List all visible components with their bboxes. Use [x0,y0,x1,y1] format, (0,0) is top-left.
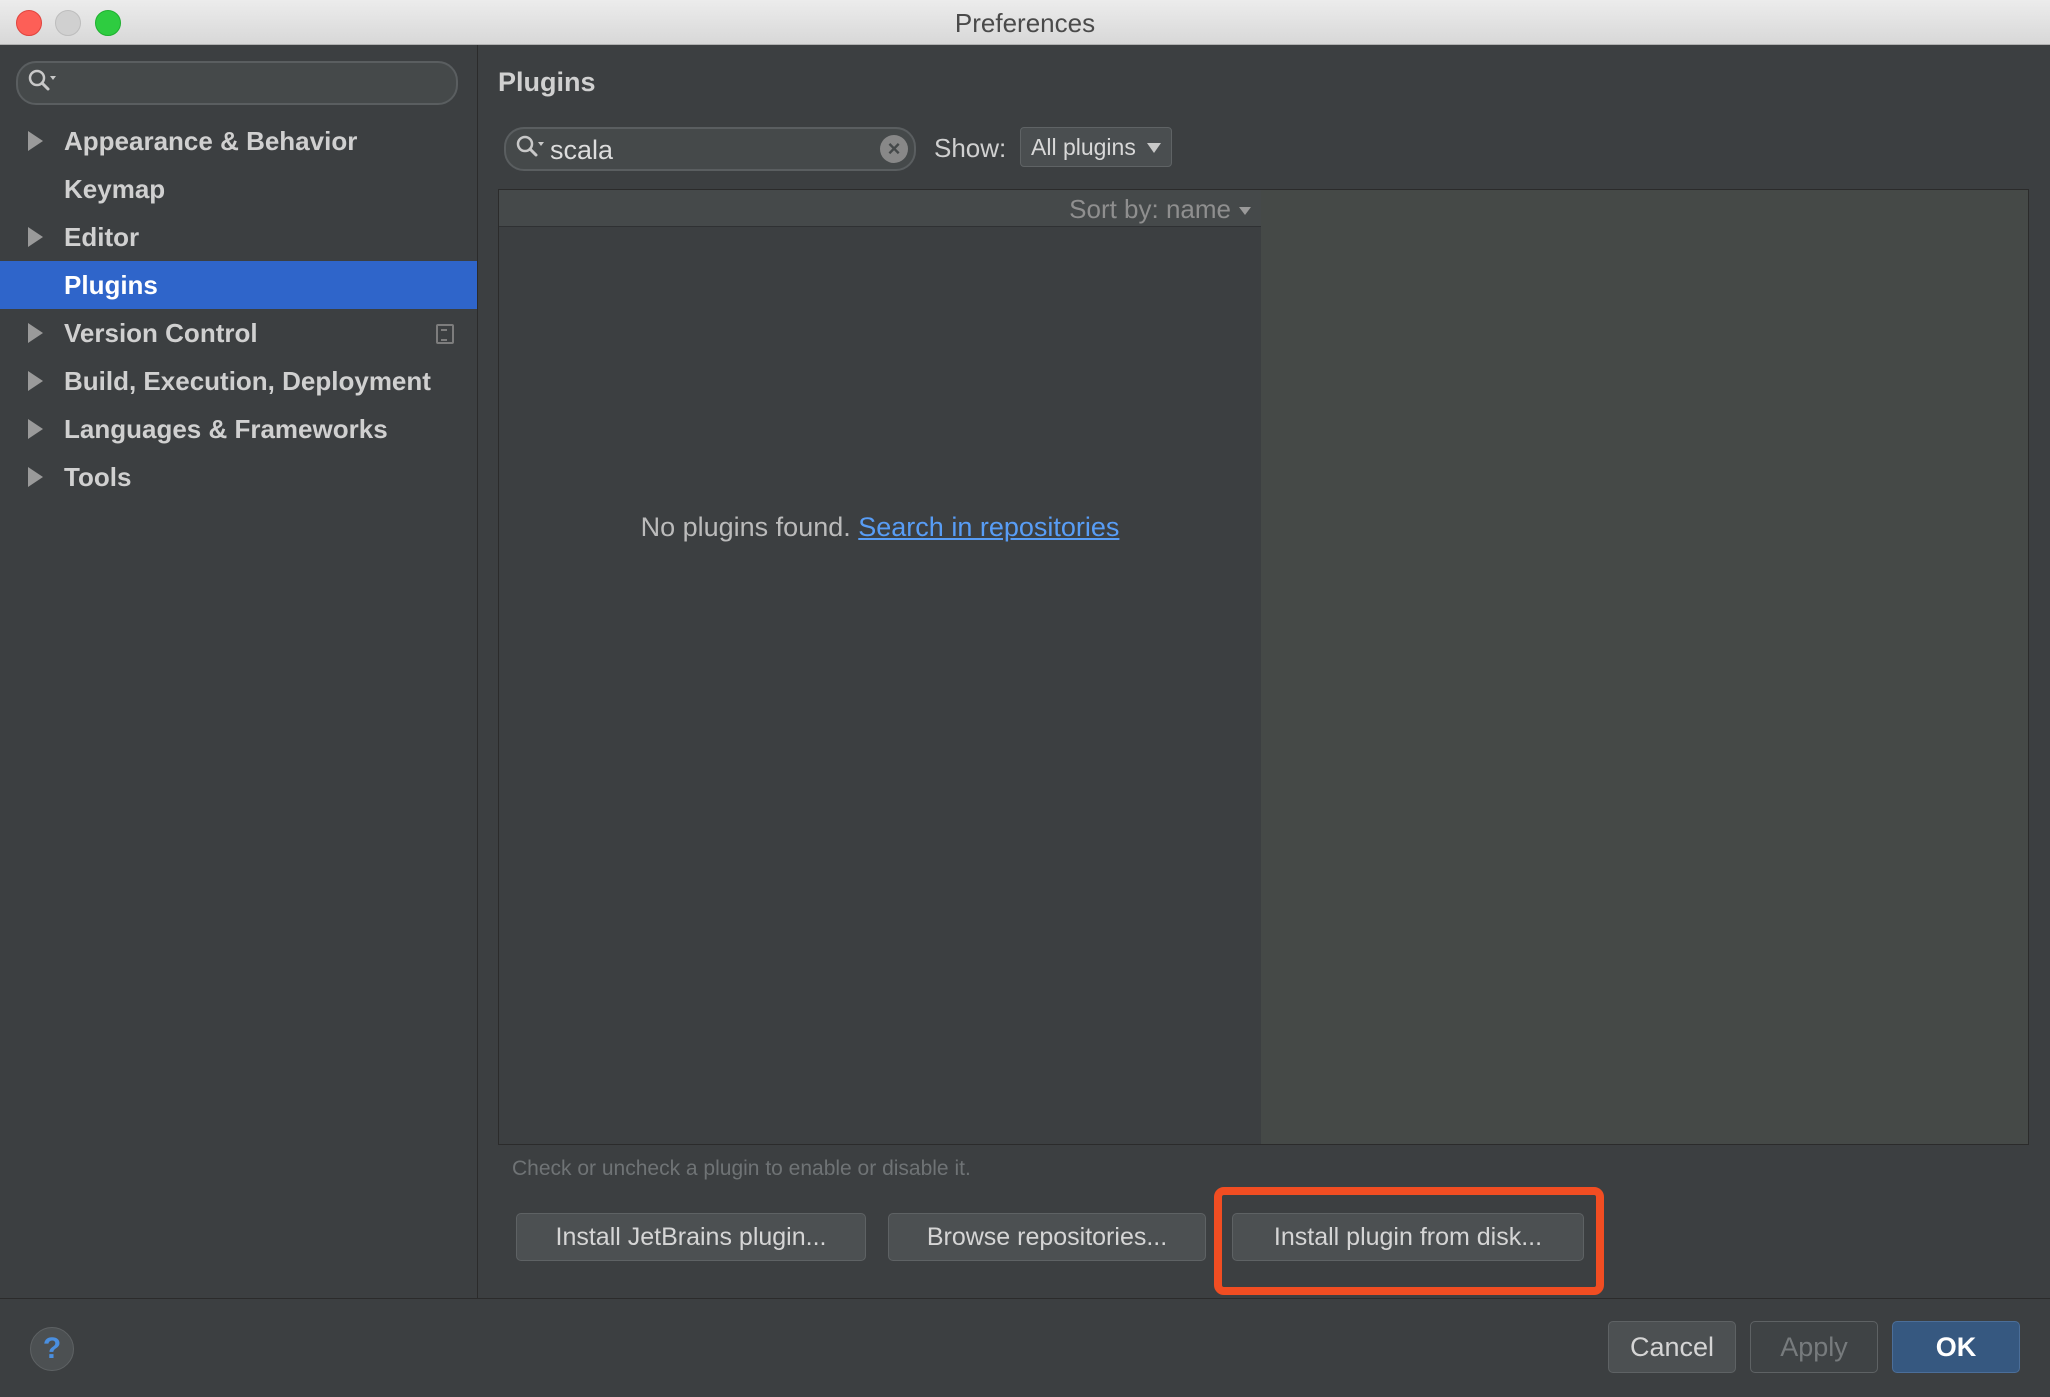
show-filter-dropdown[interactable]: All plugins [1020,127,1172,167]
plugin-list-header: Sort by: name [499,190,1261,227]
cancel-button[interactable]: Cancel [1608,1321,1736,1373]
chevron-down-icon [1147,143,1161,153]
sidebar-item-tools[interactable]: Tools [0,453,477,501]
plugin-list: Sort by: name No plugins found. Search i… [498,189,1262,1145]
ok-button[interactable]: OK [1892,1321,2020,1373]
expand-arrow-icon [28,467,43,487]
install-plugin-from-disk-button[interactable]: Install plugin from disk... [1232,1213,1584,1261]
empty-state-message: No plugins found. Search in repositories [499,512,1261,543]
search-icon [26,67,58,102]
page-title: Plugins [498,67,596,97]
sidebar-item-plugins[interactable]: Plugins [0,261,477,309]
sidebar-item-editor[interactable]: Editor [0,213,477,261]
window-title: Preferences [954,8,1096,38]
expand-arrow-icon [28,371,43,391]
settings-search-input[interactable] [16,61,458,105]
title-bar: Preferences [0,0,2050,45]
plugin-hint-text: Check or uncheck a plugin to enable or d… [512,1157,971,1180]
plugins-page: Plugins × Show: All plugins Sort by: nam… [478,45,2050,1298]
sidebar-item-version-control[interactable]: Version Control [0,309,477,357]
expand-arrow-icon [28,227,43,247]
sort-by-dropdown[interactable]: Sort by: name [1069,194,1251,225]
settings-sidebar: Appearance & Behavior Keymap Editor Plug… [0,45,478,1298]
chevron-down-icon [1239,207,1251,216]
plugin-search-field[interactable]: × [504,127,916,171]
install-jetbrains-plugin-button[interactable]: Install JetBrains plugin... [516,1213,866,1261]
show-filter-label: Show: [934,133,1007,163]
expand-arrow-icon [28,131,43,151]
dialog-footer: ? Cancel Apply OK [0,1298,2050,1397]
sidebar-item-build-execution-deployment[interactable]: Build, Execution, Deployment [0,357,477,405]
plugin-details-panel [1261,189,2029,1145]
sidebar-item-appearance-behavior[interactable]: Appearance & Behavior [0,117,477,165]
plugin-search-input[interactable] [548,131,852,169]
no-plugins-text: No plugins found. [640,512,851,542]
sort-by-label: Sort by: name [1069,194,1231,224]
browse-repositories-button[interactable]: Browse repositories... [888,1213,1206,1261]
sidebar-item-languages-frameworks[interactable]: Languages & Frameworks [0,405,477,453]
clear-search-icon[interactable]: × [880,135,908,163]
project-settings-icon [436,324,454,344]
apply-button[interactable]: Apply [1750,1321,1878,1373]
search-in-repositories-link[interactable]: Search in repositories [858,512,1119,542]
sidebar-item-keymap[interactable]: Keymap [0,165,477,213]
expand-arrow-icon [28,323,43,343]
show-filter-value: All plugins [1031,134,1136,160]
search-icon [514,133,546,168]
help-button[interactable]: ? [30,1327,74,1371]
expand-arrow-icon [28,419,43,439]
